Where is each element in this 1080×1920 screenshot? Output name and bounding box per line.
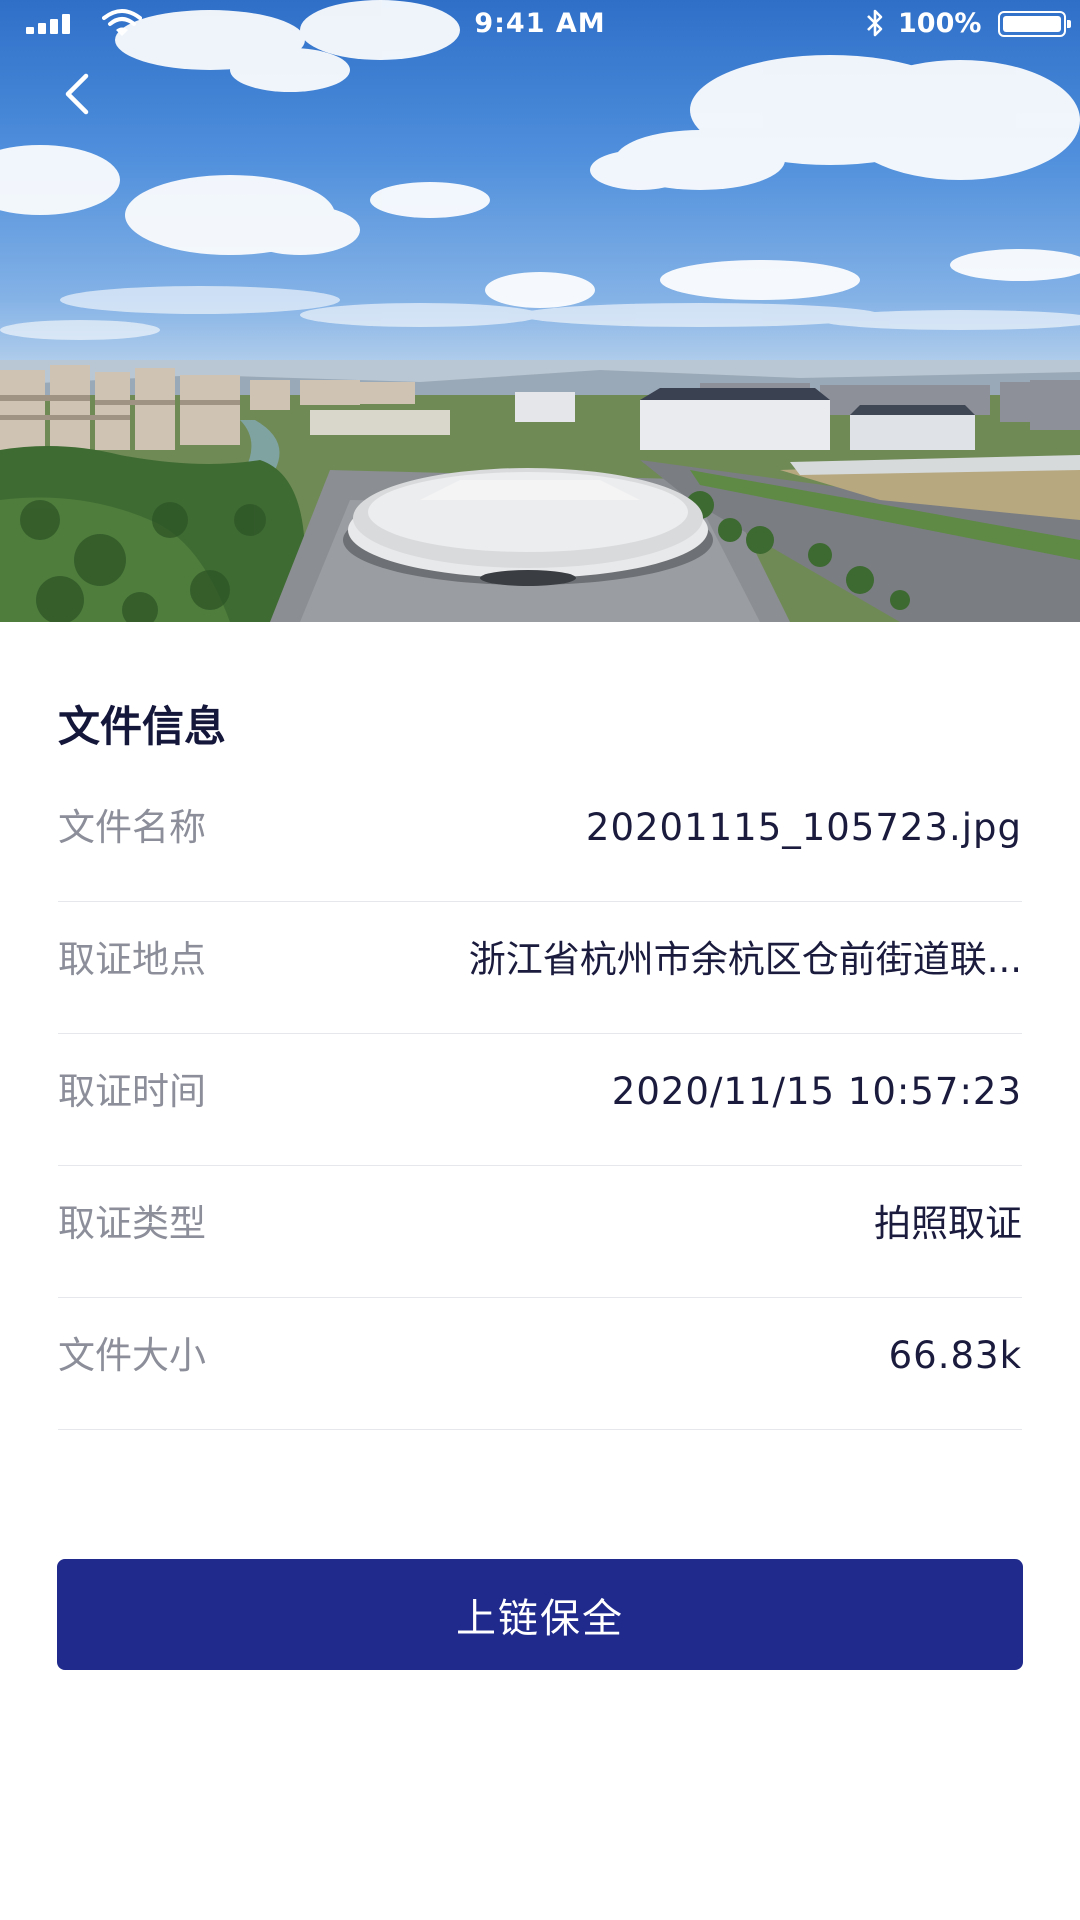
info-value: 66.83k — [888, 1334, 1022, 1377]
chevron-left-icon — [65, 73, 89, 115]
info-row-size: 文件大小 66.83k — [58, 1298, 1022, 1430]
file-info-list: 文件名称 20201115_105723.jpg 取证地点 浙江省杭州市余杭区仓… — [58, 770, 1022, 1430]
info-row-file-name: 文件名称 20201115_105723.jpg — [58, 770, 1022, 902]
info-value: 2020/11/15 10:57:23 — [611, 1070, 1022, 1113]
info-value: 拍照取证 — [874, 1202, 1022, 1245]
info-label: 文件名称 — [58, 806, 206, 849]
back-button[interactable] — [52, 66, 108, 122]
hero-illustration — [0, 0, 1080, 622]
info-value: 20201115_105723.jpg — [585, 806, 1022, 849]
info-row-time: 取证时间 2020/11/15 10:57:23 — [58, 1034, 1022, 1166]
info-row-location: 取证地点 浙江省杭州市余杭区仓前街道联... — [58, 902, 1022, 1034]
hero-photo — [0, 0, 1080, 622]
section-title: 文件信息 — [58, 702, 227, 751]
info-label: 取证地点 — [58, 938, 206, 981]
info-label: 取证时间 — [58, 1070, 206, 1113]
bluetooth-icon — [867, 9, 883, 37]
battery-percent: 100% — [898, 8, 982, 39]
battery-icon — [998, 11, 1071, 37]
chain-preserve-button[interactable]: 上链保全 — [57, 1559, 1023, 1670]
info-label: 取证类型 — [58, 1202, 206, 1245]
info-label: 文件大小 — [58, 1334, 206, 1377]
info-row-type: 取证类型 拍照取证 — [58, 1166, 1022, 1298]
info-value: 浙江省杭州市余杭区仓前街道联... — [468, 938, 1022, 981]
status-bar: 9:41 AM 100% — [0, 0, 1080, 48]
